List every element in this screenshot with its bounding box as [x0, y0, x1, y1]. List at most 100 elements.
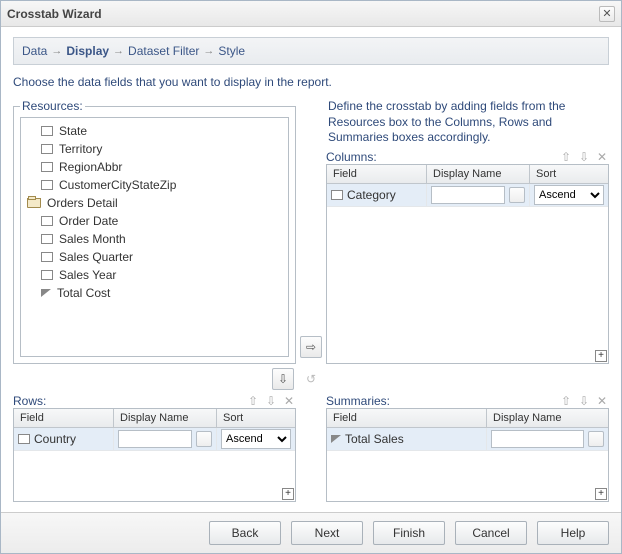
summaries-row-display-input[interactable] — [491, 430, 584, 448]
summaries-th-field: Field — [327, 409, 487, 427]
summaries-row-field: Total Sales — [345, 432, 404, 446]
columns-row-sort-select[interactable]: Ascend — [534, 185, 604, 205]
define-help-text: Define the crosstab by adding fields fro… — [326, 99, 609, 146]
move-up-icon[interactable]: ⇧ — [559, 150, 573, 164]
arrow-down-icon: ⇩ — [278, 372, 288, 386]
tree-item-label: Sales Year — [59, 268, 116, 282]
measure-icon — [41, 289, 51, 297]
columns-table: Field Display Name Sort Category Ascend … — [326, 164, 609, 364]
remove-icon[interactable]: ✕ — [595, 150, 609, 164]
tree-item[interactable]: State — [23, 122, 286, 140]
tree-item-label: RegionAbbr — [59, 160, 122, 174]
breadcrumb-step-style[interactable]: Style — [218, 44, 245, 58]
finish-button[interactable]: Finish — [373, 521, 445, 545]
crosstab-wizard-window: Crosstab Wizard ✕ Data → Display → Datas… — [0, 0, 622, 554]
tree-folder-label: Orders Detail — [47, 196, 118, 210]
next-button[interactable]: Next — [291, 521, 363, 545]
breadcrumb-step-data[interactable]: Data — [22, 44, 47, 58]
tree-item-label: Sales Quarter — [59, 250, 133, 264]
columns-row-field: Category — [347, 188, 396, 202]
move-down-icon[interactable]: ⇩ — [577, 394, 591, 408]
rows-legend: Rows: — [13, 394, 46, 408]
tree-item-label: Order Date — [59, 214, 118, 228]
folder-icon — [27, 198, 41, 208]
display-name-picker-button[interactable] — [509, 187, 525, 203]
tree-item[interactable]: CustomerCityStateZip — [23, 176, 286, 194]
cancel-button[interactable]: Cancel — [455, 521, 527, 545]
wizard-footer: Back Next Finish Cancel Help — [1, 512, 621, 553]
move-up-icon[interactable]: ⇧ — [559, 394, 573, 408]
move-right-button[interactable]: ⇨ — [300, 336, 322, 358]
columns-legend: Columns: — [326, 150, 377, 164]
display-name-picker-button[interactable] — [196, 431, 212, 447]
rows-header: Rows: ⇧ ⇩ ✕ — [13, 394, 296, 408]
summaries-th-display: Display Name — [487, 409, 608, 427]
field-icon — [41, 216, 53, 226]
rows-row-display-input[interactable] — [118, 430, 192, 448]
rows-row[interactable]: Country Ascend — [14, 428, 295, 451]
field-icon — [41, 144, 53, 154]
rows-row-sort-select[interactable]: Ascend — [221, 429, 291, 449]
titlebar: Crosstab Wizard ✕ — [1, 1, 621, 27]
display-name-picker-button[interactable] — [588, 431, 604, 447]
rows-th-display: Display Name — [114, 409, 217, 427]
move-up-icon[interactable]: ⇧ — [246, 394, 260, 408]
add-row-button[interactable]: + — [282, 488, 294, 500]
tree-item-label: Total Cost — [57, 286, 110, 300]
arrow-right-icon: ⇨ — [306, 340, 316, 354]
field-icon — [41, 252, 53, 262]
window-title: Crosstab Wizard — [7, 7, 102, 21]
close-button[interactable]: ✕ — [599, 6, 615, 22]
add-summary-button[interactable]: + — [595, 488, 607, 500]
add-column-button[interactable]: + — [595, 350, 607, 362]
tree-folder[interactable]: Orders Detail — [23, 194, 286, 212]
field-icon — [331, 190, 343, 200]
tree-item-label: Territory — [59, 142, 102, 156]
field-icon — [41, 126, 53, 136]
tree-item[interactable]: Order Date — [23, 212, 286, 230]
close-icon: ✕ — [602, 7, 611, 20]
columns-row[interactable]: Category Ascend — [327, 184, 608, 207]
instruction-text: Choose the data fields that you want to … — [13, 73, 609, 91]
rows-th-field: Field — [14, 409, 114, 427]
field-icon — [41, 162, 53, 172]
move-down-icon[interactable]: ⇩ — [577, 150, 591, 164]
rows-row-field: Country — [34, 432, 76, 446]
help-button[interactable]: Help — [537, 521, 609, 545]
resources-legend: Resources: — [20, 99, 85, 113]
field-icon — [41, 180, 53, 190]
tree-item[interactable]: RegionAbbr — [23, 158, 286, 176]
tree-item[interactable]: Sales Year — [23, 266, 286, 284]
resources-tree[interactable]: State Territory RegionAbbr CustomerCityS… — [20, 117, 289, 357]
field-icon — [41, 234, 53, 244]
resources-panel: Resources: State Territory RegionAbbr Cu… — [13, 99, 296, 364]
columns-th-sort: Sort — [530, 165, 608, 183]
breadcrumb-step-dataset-filter[interactable]: Dataset Filter — [128, 44, 199, 58]
tree-item[interactable]: Sales Month — [23, 230, 286, 248]
move-down-icon[interactable]: ⇩ — [264, 394, 278, 408]
right-top-area: Define the crosstab by adding fields fro… — [326, 99, 609, 364]
back-button[interactable]: Back — [209, 521, 281, 545]
swap-icon[interactable]: ↺ — [300, 368, 322, 390]
move-down-button[interactable]: ⇩ — [272, 368, 294, 390]
columns-header: Columns: ⇧ ⇩ ✕ — [326, 150, 609, 164]
tree-item[interactable]: Total Cost — [23, 284, 286, 302]
columns-row-display-input[interactable] — [431, 186, 505, 204]
field-icon — [41, 270, 53, 280]
tree-item[interactable]: Sales Quarter — [23, 248, 286, 266]
breadcrumb-step-display[interactable]: Display — [66, 44, 109, 58]
tree-item-label: CustomerCityStateZip — [59, 178, 176, 192]
rows-th-sort: Sort — [217, 409, 295, 427]
field-icon — [18, 434, 30, 444]
remove-icon[interactable]: ✕ — [282, 394, 296, 408]
tree-item-label: Sales Month — [59, 232, 126, 246]
arrow-right-icon: → — [113, 45, 124, 57]
breadcrumb: Data → Display → Dataset Filter → Style — [13, 37, 609, 65]
summaries-row[interactable]: Total Sales — [327, 428, 608, 451]
tree-item[interactable]: Territory — [23, 140, 286, 158]
columns-th-field: Field — [327, 165, 427, 183]
summaries-table: Field Display Name Total Sales + — [326, 408, 609, 502]
remove-icon[interactable]: ✕ — [595, 394, 609, 408]
wizard-body: Data → Display → Dataset Filter → Style … — [1, 27, 621, 512]
columns-th-display: Display Name — [427, 165, 530, 183]
